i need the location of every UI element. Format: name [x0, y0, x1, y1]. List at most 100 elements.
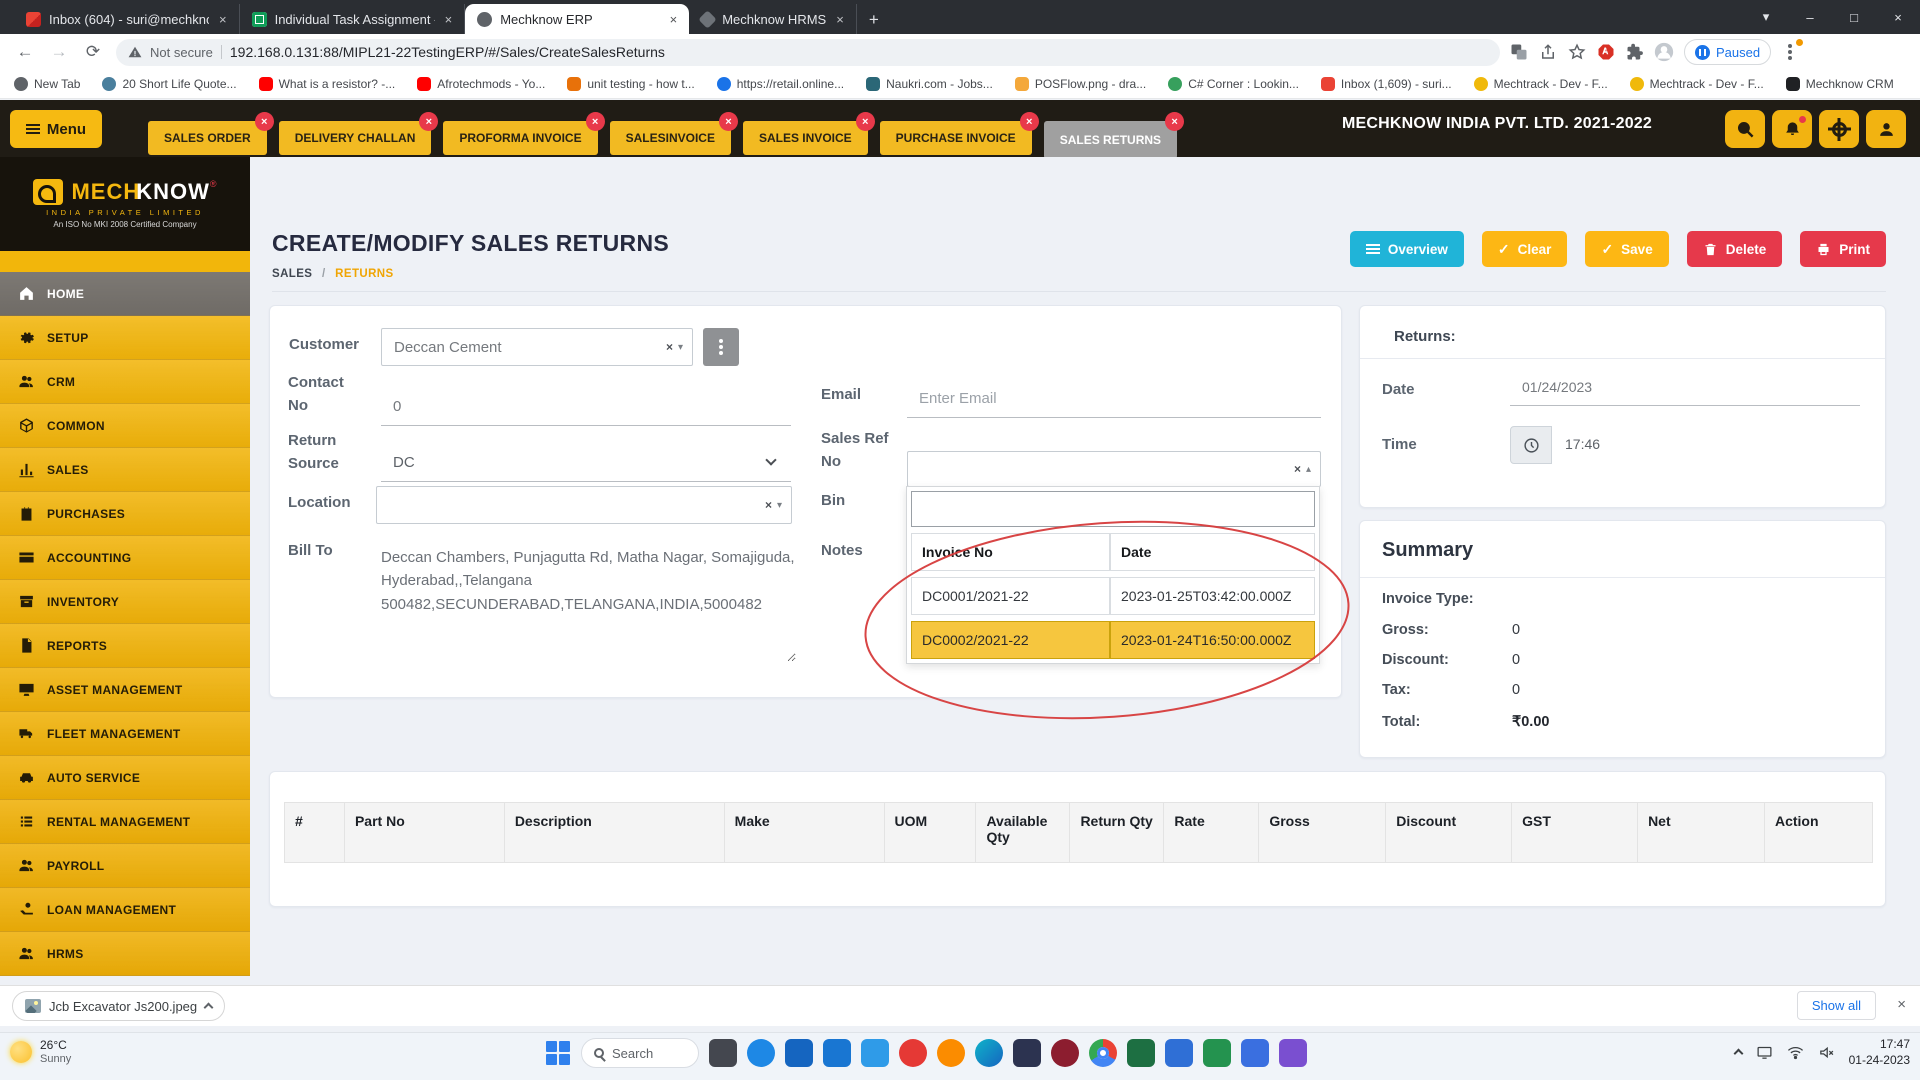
profile-avatar[interactable]	[1654, 42, 1674, 62]
tab-close-icon[interactable]: ×	[443, 12, 455, 27]
contact-no-input[interactable]: 0	[381, 390, 791, 426]
sidebar-item-fleet-management[interactable]: FLEET MANAGEMENT	[0, 712, 250, 756]
clock-icon-button[interactable]	[1510, 426, 1552, 464]
taskbar-app-icon[interactable]	[785, 1039, 813, 1067]
tab-proforma-invoice[interactable]: PROFORMA INVOICE×	[443, 121, 597, 155]
taskbar-app-icon[interactable]	[823, 1039, 851, 1067]
bookmark-item[interactable]: Afrotechmods - Yo...	[417, 77, 545, 91]
browser-tab-gmail[interactable]: Inbox (604) - suri@mechknowsof ×	[14, 4, 240, 34]
taskbar-app-icon[interactable]	[1165, 1039, 1193, 1067]
tab-sales-returns-active[interactable]: SALES RETURNS×	[1044, 121, 1177, 159]
sidebar-item-crm[interactable]: CRM	[0, 360, 250, 404]
sales-ref-no-select[interactable]: × ▴	[907, 451, 1321, 487]
delete-button[interactable]: Delete	[1687, 231, 1783, 267]
breadcrumb-sales[interactable]: SALES	[272, 268, 312, 280]
tab-sales-invoice[interactable]: SALES INVOICE×	[743, 121, 868, 155]
taskbar-app-icon[interactable]	[975, 1039, 1003, 1067]
bookmark-item[interactable]: Inbox (1,609) - suri...	[1321, 77, 1452, 91]
clear-selection-icon[interactable]: ×	[666, 340, 673, 354]
taskbar-app-icon[interactable]	[747, 1039, 775, 1067]
bookmark-item[interactable]: https://retail.online...	[717, 77, 844, 91]
menu-button[interactable]: Menu	[10, 110, 102, 148]
sidebar-item-accounting[interactable]: ACCOUNTING	[0, 536, 250, 580]
taskbar-app-icon[interactable]	[899, 1039, 927, 1067]
browser-tab-sheets[interactable]: Individual Task Assignment - Goo ×	[240, 4, 466, 34]
taskbar-app-icon[interactable]	[1203, 1039, 1231, 1067]
window-minimize-button[interactable]: –	[1788, 10, 1832, 25]
window-close-button[interactable]: ×	[1876, 10, 1920, 25]
bookmark-item[interactable]: Mechtrack - Dev - F...	[1474, 77, 1608, 91]
download-bar-close-icon[interactable]: ×	[1897, 996, 1906, 1013]
extensions-puzzle-icon[interactable]	[1625, 42, 1645, 62]
bill-to-textarea[interactable]: Deccan Chambers, Punjagutta Rd, Matha Na…	[381, 546, 796, 662]
invoice-option-row[interactable]: DC0001/2021-22 2023-01-25T03:42:00.000Z	[911, 577, 1315, 615]
taskbar-app-icon[interactable]	[1127, 1039, 1155, 1067]
tab-close-icon[interactable]: ×	[217, 12, 229, 27]
tab-close-icon[interactable]: ×	[586, 112, 605, 131]
caret-down-icon[interactable]: ▾	[777, 500, 782, 511]
tab-search-caret-icon[interactable]: ▾	[1744, 9, 1788, 25]
reload-icon[interactable]: ⟳	[76, 42, 110, 62]
bookmark-item[interactable]: Mechtrack - Dev - F...	[1630, 77, 1764, 91]
new-tab-button[interactable]: +	[857, 10, 891, 34]
window-maximize-button[interactable]: □	[1832, 10, 1876, 25]
chevron-up-icon[interactable]	[204, 1003, 214, 1013]
sidebar-item-sales[interactable]: SALES	[0, 448, 250, 492]
print-button[interactable]: Print	[1800, 231, 1886, 267]
taskbar-app-icon[interactable]	[1241, 1039, 1269, 1067]
bookmark-item[interactable]: POSFlow.png - dra...	[1015, 77, 1146, 91]
sync-paused-button[interactable]: Paused	[1684, 39, 1771, 65]
email-input[interactable]	[907, 382, 1321, 407]
dropdown-search-input[interactable]	[911, 491, 1315, 527]
sidebar-item-auto-service[interactable]: AUTO SERVICE	[0, 756, 250, 800]
overview-button[interactable]: Overview	[1350, 231, 1464, 267]
bookmark-item[interactable]: New Tab	[14, 77, 80, 91]
sidebar-item-common[interactable]: COMMON	[0, 404, 250, 448]
tray-volume-muted-icon[interactable]	[1818, 1044, 1835, 1061]
back-icon[interactable]: ←	[8, 42, 42, 62]
date-input[interactable]: 01/24/2023	[1510, 370, 1860, 406]
forward-icon[interactable]: →	[42, 42, 76, 62]
browser-menu-icon[interactable]	[1780, 42, 1800, 62]
bookmark-item[interactable]: What is a resistor? -...	[259, 77, 396, 91]
taskbar-app-icon[interactable]	[1279, 1039, 1307, 1067]
bookmark-star-icon[interactable]	[1567, 42, 1587, 62]
tab-purchase-invoice[interactable]: PURCHASE INVOICE×	[880, 121, 1032, 155]
tab-sales-order[interactable]: SALES ORDER×	[148, 121, 267, 155]
omnibox[interactable]: Not secure 192.168.0.131:88/MIPL21-22Tes…	[116, 39, 1500, 66]
sidebar-item-setup[interactable]: SETUP	[0, 316, 250, 360]
show-all-downloads-button[interactable]: Show all	[1797, 991, 1876, 1020]
sidebar-item-asset-management[interactable]: ASSET MANAGEMENT	[0, 668, 250, 712]
clear-selection-icon[interactable]: ×	[765, 498, 772, 512]
tab-close-icon[interactable]: ×	[419, 112, 438, 131]
tab-close-icon[interactable]: ×	[834, 12, 846, 27]
tray-display-icon[interactable]	[1756, 1044, 1773, 1061]
tray-chevron-up-icon[interactable]	[1733, 1049, 1743, 1059]
tab-close-icon[interactable]: ×	[856, 112, 875, 131]
tray-wifi-icon[interactable]	[1787, 1044, 1804, 1061]
taskbar-app-icon[interactable]	[1051, 1039, 1079, 1067]
taskbar-weather-widget[interactable]: 26°CSunny	[10, 1038, 71, 1066]
bookmark-item[interactable]: 20 Short Life Quote...	[102, 77, 236, 91]
taskbar-app-icon[interactable]	[937, 1039, 965, 1067]
bookmark-item[interactable]: unit testing - how t...	[567, 77, 694, 91]
sidebar-item-home[interactable]: HOME	[0, 272, 250, 316]
location-select[interactable]: × ▾	[376, 486, 792, 524]
customer-select[interactable]: Deccan Cement × ▾	[381, 328, 693, 366]
taskbar-chrome-icon[interactable]	[1089, 1039, 1117, 1067]
browser-tab-erp-active[interactable]: Mechknow ERP ×	[465, 4, 689, 34]
sidebar-item-payroll[interactable]: PAYROLL	[0, 844, 250, 888]
taskbar-app-icon[interactable]	[1013, 1039, 1041, 1067]
start-button[interactable]	[545, 1040, 571, 1066]
clear-selection-icon[interactable]: ×	[1294, 462, 1301, 476]
bookmark-item[interactable]: Mechknow CRM	[1786, 77, 1894, 91]
taskbar-app-icon[interactable]	[861, 1039, 889, 1067]
search-icon[interactable]	[1725, 110, 1765, 148]
tray-clock[interactable]: 17:47 01-24-2023	[1849, 1036, 1910, 1068]
tab-close-icon[interactable]: ×	[1020, 112, 1039, 131]
tab-close-icon[interactable]: ×	[255, 112, 274, 131]
taskbar-app-icon[interactable]	[709, 1039, 737, 1067]
tab-close-icon[interactable]: ×	[1165, 112, 1184, 131]
customer-actions-button[interactable]	[703, 328, 739, 366]
notifications-bell-icon[interactable]	[1772, 110, 1812, 148]
